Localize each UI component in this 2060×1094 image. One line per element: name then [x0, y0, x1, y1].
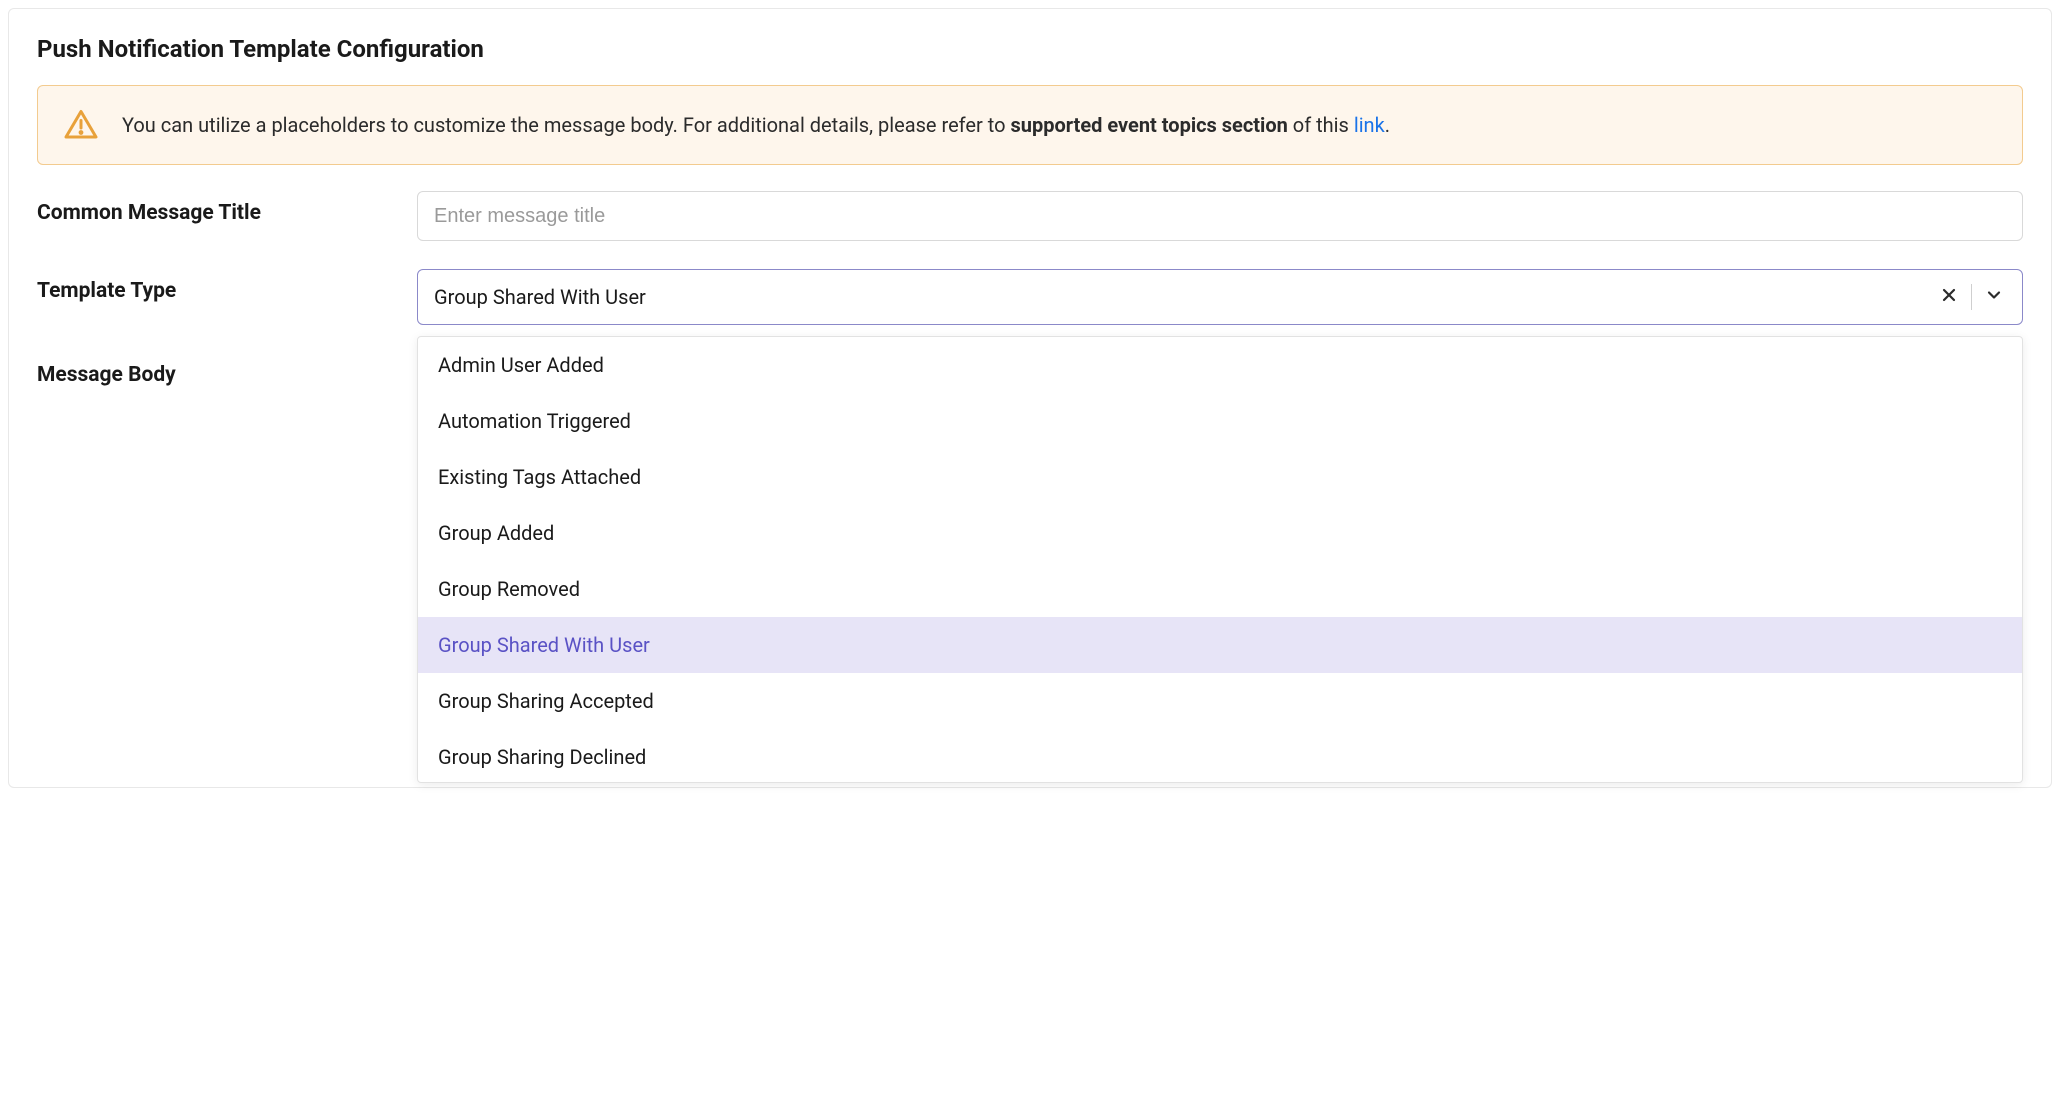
template-type-select[interactable]: Group Shared With User — [417, 269, 2023, 325]
wrap-template-type: Group Shared With User — [417, 269, 2023, 325]
info-alert: You can utilize a placeholders to custom… — [37, 85, 2023, 165]
dropdown-option[interactable]: Group Sharing Declined — [418, 729, 2022, 782]
dropdown-option[interactable]: Group Removed — [418, 561, 2022, 617]
warning-icon — [62, 106, 100, 144]
row-message-title: Common Message Title — [37, 191, 2023, 241]
dropdown-toggle-button[interactable] — [1972, 270, 2016, 324]
dropdown-option[interactable]: Group Added — [418, 505, 2022, 561]
label-message-title: Common Message Title — [37, 191, 417, 225]
select-actions — [1927, 270, 2016, 324]
alert-text: You can utilize a placeholders to custom… — [122, 110, 1390, 140]
dropdown-option[interactable]: Automation Triggered — [418, 393, 2022, 449]
page-title: Push Notification Template Configuration — [37, 35, 2023, 63]
dropdown-option[interactable]: Group Sharing Accepted — [418, 673, 2022, 729]
wrap-message-title — [417, 191, 2023, 241]
label-message-body: Message Body — [37, 353, 417, 387]
close-icon — [1939, 285, 1959, 309]
row-template-type: Template Type Group Shared With User — [37, 269, 2023, 325]
clear-selection-button[interactable] — [1927, 270, 1971, 324]
label-template-type: Template Type — [37, 269, 417, 303]
alert-text-before: You can utilize a placeholders to custom… — [122, 113, 1010, 137]
alert-text-after: . — [1385, 113, 1390, 137]
dropdown-option[interactable]: Admin User Added — [418, 337, 2022, 393]
alert-text-mid: of this — [1288, 113, 1354, 137]
chevron-down-icon — [1984, 285, 2004, 309]
template-type-value: Group Shared With User — [434, 285, 1927, 309]
dropdown-option[interactable]: Existing Tags Attached — [418, 449, 2022, 505]
alert-bold: supported event topics section — [1010, 113, 1287, 137]
dropdown-option[interactable]: Group Shared With User — [418, 617, 2022, 673]
template-type-listbox[interactable]: Admin User AddedAutomation TriggeredExis… — [418, 337, 2022, 782]
alert-link[interactable]: link — [1354, 113, 1385, 137]
message-title-input[interactable] — [417, 191, 2023, 241]
config-panel: Push Notification Template Configuration… — [8, 8, 2052, 788]
template-type-dropdown: Admin User AddedAutomation TriggeredExis… — [417, 336, 2023, 783]
